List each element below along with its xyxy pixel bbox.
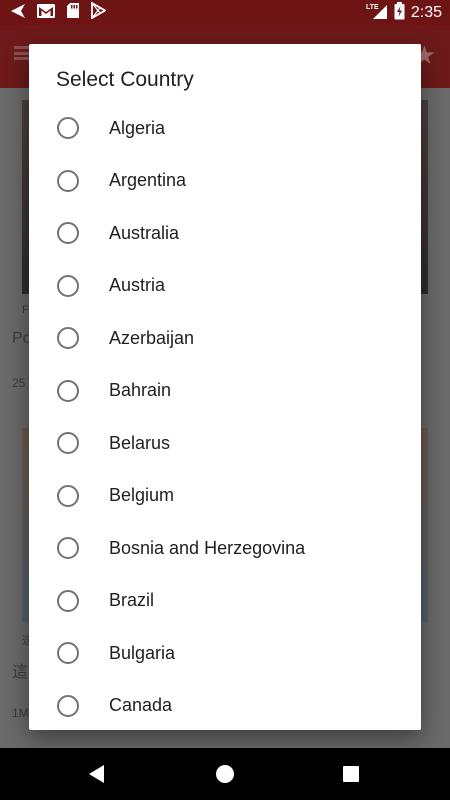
country-option-belarus[interactable]: Belarus — [29, 417, 421, 470]
country-option-canada[interactable]: Canada — [29, 680, 421, 731]
country-option-austria[interactable]: Austria — [29, 260, 421, 313]
radio-button[interactable] — [57, 537, 79, 560]
country-label: Bahrain — [109, 380, 172, 401]
play-store-icon — [90, 1, 107, 24]
country-option-argentina[interactable]: Argentina — [29, 155, 421, 208]
country-option-brazil[interactable]: Brazil — [29, 575, 421, 628]
navigation-arrow-icon — [10, 3, 26, 24]
gmail-icon — [36, 3, 56, 24]
radio-button[interactable] — [57, 432, 79, 455]
radio-button[interactable] — [57, 484, 79, 507]
country-label: Belarus — [109, 432, 171, 453]
notification-icons — [10, 1, 107, 24]
country-label: Algeria — [109, 117, 166, 138]
home-icon[interactable] — [216, 765, 234, 783]
country-option-algeria[interactable]: Algeria — [29, 102, 421, 155]
country-label: Brazil — [109, 590, 155, 611]
background-text: 25 — [12, 376, 26, 390]
status-bar: LTE 2:35 — [0, 0, 450, 26]
radio-button[interactable] — [57, 169, 79, 192]
select-country-dialog: Select Country Algeria Argentina Austral… — [29, 44, 421, 730]
background-text: 這 — [12, 664, 29, 681]
clock: 2:35 — [410, 4, 442, 21]
country-option-bosnia-and-herzegovina[interactable]: Bosnia and Herzegovina — [29, 522, 421, 575]
recent-apps-icon[interactable] — [343, 766, 359, 782]
radio-button[interactable] — [57, 589, 79, 612]
radio-button[interactable] — [57, 274, 79, 297]
country-label: Argentina — [109, 170, 187, 191]
navigation-bar — [0, 748, 450, 800]
country-list[interactable]: Algeria Argentina Australia Austria Azer… — [29, 102, 421, 730]
background-text: 1M — [12, 706, 29, 720]
country-label: Canada — [109, 695, 173, 716]
dialog-title: Select Country — [56, 68, 194, 91]
country-label: Bulgaria — [109, 642, 176, 663]
country-option-australia[interactable]: Australia — [29, 207, 421, 260]
country-option-azerbaijan[interactable]: Azerbaijan — [29, 312, 421, 365]
sd-card-icon — [66, 2, 80, 24]
country-label: Australia — [109, 222, 180, 243]
country-label: Austria — [109, 275, 166, 296]
radio-button[interactable] — [57, 642, 79, 665]
background-text: F — [22, 304, 29, 316]
system-icons: LTE 2:35 — [366, 1, 442, 25]
country-label: Bosnia and Herzegovina — [109, 537, 306, 558]
radio-button[interactable] — [57, 327, 79, 350]
radio-button[interactable] — [57, 222, 79, 245]
svg-text:LTE: LTE — [366, 4, 379, 11]
signal-icon: LTE — [366, 2, 388, 25]
country-label: Azerbaijan — [109, 327, 195, 348]
country-option-belgium[interactable]: Belgium — [29, 470, 421, 523]
battery-charging-icon — [394, 1, 405, 25]
country-option-bulgaria[interactable]: Bulgaria — [29, 627, 421, 680]
radio-button[interactable] — [57, 379, 79, 402]
country-option-bahrain[interactable]: Bahrain — [29, 365, 421, 418]
country-label: Belgium — [109, 485, 175, 506]
radio-button[interactable] — [57, 117, 79, 140]
radio-button[interactable] — [57, 694, 79, 717]
back-icon[interactable] — [89, 765, 104, 783]
